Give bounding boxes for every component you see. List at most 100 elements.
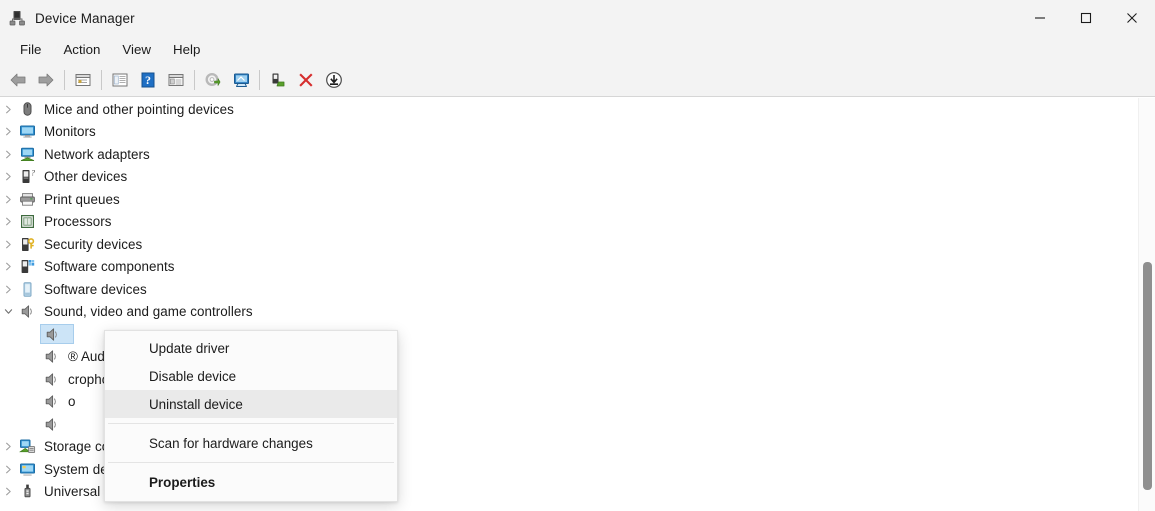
- tree-item-content[interactable]: Mice and other pointing devices: [16, 99, 238, 119]
- menu-action[interactable]: Action: [52, 39, 111, 60]
- back-icon[interactable]: [5, 67, 31, 93]
- tree-item-content[interactable]: [40, 414, 72, 434]
- tree-item-software-components[interactable]: Software components: [0, 256, 1130, 279]
- tree-item-label: o: [68, 394, 76, 410]
- toolbar-separator: [259, 69, 260, 90]
- tree-item-content[interactable]: Software devices: [16, 279, 151, 299]
- chevron-right-icon[interactable]: [0, 211, 16, 233]
- add-legacy-hardware-icon[interactable]: [321, 67, 347, 93]
- chevron-right-icon[interactable]: [0, 143, 16, 165]
- tree-item-content[interactable]: Monitors: [16, 122, 100, 142]
- chevron-placeholder: [24, 413, 40, 435]
- mouse-icon: [18, 100, 37, 119]
- tree-item-label: Monitors: [44, 124, 96, 140]
- chevron-right-icon[interactable]: [0, 188, 16, 210]
- update-driver-icon[interactable]: [200, 67, 226, 93]
- tree-item-processors[interactable]: Processors: [0, 211, 1130, 234]
- chevron-right-icon[interactable]: [0, 233, 16, 255]
- chevron-right-icon[interactable]: [0, 166, 16, 188]
- tree-item-label: Processors: [44, 214, 112, 230]
- scan-for-hardware-changes-icon[interactable]: [228, 67, 254, 93]
- chevron-right-icon[interactable]: [0, 458, 16, 480]
- title-bar: Device Manager: [0, 0, 1155, 36]
- tree-item-print-queues[interactable]: Print queues: [0, 188, 1130, 211]
- tree-item-monitors[interactable]: Monitors: [0, 121, 1130, 144]
- usb-icon: [18, 482, 37, 501]
- chevron-right-icon[interactable]: [0, 121, 16, 143]
- context-menu-separator: [108, 462, 394, 463]
- tree-item-label: Mice and other pointing devices: [44, 101, 234, 117]
- monitor-icon: [18, 122, 37, 141]
- chevron-right-icon[interactable]: [0, 436, 16, 458]
- disable-device-icon[interactable]: [265, 67, 291, 93]
- close-button[interactable]: [1109, 0, 1155, 36]
- chevron-placeholder: [24, 391, 40, 413]
- tree-item-content[interactable]: Software components: [16, 257, 178, 277]
- tree-item-label: Network adapters: [44, 146, 150, 162]
- sound-device-icon: [42, 392, 61, 411]
- toolbar-separator: [194, 69, 195, 90]
- menu-file[interactable]: File: [9, 39, 52, 60]
- properties-icon[interactable]: [107, 67, 133, 93]
- minimize-button[interactable]: [1017, 0, 1063, 36]
- menu-bar: File Action View Help: [0, 36, 1155, 63]
- show-hide-console-tree-icon[interactable]: [70, 67, 96, 93]
- context-menu-item-scan-for-hardware-changes[interactable]: Scan for hardware changes: [105, 429, 397, 457]
- view-icon[interactable]: [163, 67, 189, 93]
- menu-view[interactable]: View: [111, 39, 162, 60]
- tree-item-sound-video-and-game-controllers[interactable]: Sound, video and game controllers: [0, 301, 1130, 324]
- forward-icon[interactable]: [33, 67, 59, 93]
- software-device-icon: [18, 280, 37, 299]
- tree-item-content[interactable]: o: [40, 392, 80, 412]
- tree-item-content[interactable]: ? Other devices: [16, 167, 131, 187]
- context-menu-item-disable-device[interactable]: Disable device: [105, 362, 397, 390]
- tree-item-software-devices[interactable]: Software devices: [0, 278, 1130, 301]
- sound-device-icon: [43, 325, 62, 344]
- tree-item-label: Sound, video and game controllers: [44, 304, 253, 320]
- context-menu-item-properties[interactable]: Properties: [105, 468, 397, 496]
- tree-item-content[interactable]: Security devices: [16, 234, 146, 254]
- chevron-right-icon[interactable]: [0, 481, 16, 503]
- chevron-down-icon[interactable]: [0, 301, 16, 323]
- selected-tree-item[interactable]: [40, 324, 74, 345]
- device-context-menu[interactable]: Update driver Disable device Uninstall dev…: [104, 330, 398, 502]
- storage-controller-icon: [18, 437, 37, 456]
- chevron-placeholder: [24, 346, 40, 368]
- tree-item-label: Other devices: [44, 169, 128, 185]
- tree-item-content[interactable]: Sound, video and game controllers: [16, 302, 257, 322]
- other-device-icon: ?: [18, 167, 37, 186]
- tree-item-label: Software devices: [44, 281, 147, 297]
- tree-item-label: Software components: [44, 259, 175, 275]
- menu-help[interactable]: Help: [162, 39, 211, 60]
- printer-icon: [18, 190, 37, 209]
- tree-item-label: Print queues: [44, 191, 120, 207]
- tree-item-content[interactable]: Processors: [16, 212, 115, 232]
- network-adapter-icon: [18, 145, 37, 164]
- chevron-right-icon[interactable]: [0, 278, 16, 300]
- tree-item-other-devices[interactable]: ? Other devices: [0, 166, 1130, 189]
- sound-device-icon: [42, 370, 61, 389]
- help-icon[interactable]: ?: [135, 67, 161, 93]
- tree-item-content[interactable]: Network adapters: [16, 144, 154, 164]
- maximize-button[interactable]: [1063, 0, 1109, 36]
- toolbar-separator: [64, 69, 65, 90]
- device-manager-window: Device Manager File Action View Help ? M…: [0, 0, 1155, 511]
- window-title: Device Manager: [35, 10, 135, 26]
- tree-item-network-adapters[interactable]: Network adapters: [0, 143, 1130, 166]
- tree-item-security-devices[interactable]: Security devices: [0, 233, 1130, 256]
- chevron-placeholder: [24, 323, 40, 345]
- tree-item-mice-and-other-pointing-devices[interactable]: Mice and other pointing devices: [0, 98, 1130, 121]
- device-manager-icon: [9, 9, 27, 27]
- security-device-icon: [18, 235, 37, 254]
- vertical-scrollbar[interactable]: [1138, 98, 1155, 511]
- toolbar-separator: [101, 69, 102, 90]
- processor-icon: [18, 212, 37, 231]
- chevron-right-icon[interactable]: [0, 98, 16, 120]
- scrollbar-thumb[interactable]: [1143, 262, 1152, 490]
- context-menu-item-update-driver[interactable]: Update driver: [105, 334, 397, 362]
- uninstall-device-icon[interactable]: [293, 67, 319, 93]
- context-menu-item-uninstall-device[interactable]: Uninstall device: [105, 390, 397, 418]
- chevron-right-icon[interactable]: [0, 256, 16, 278]
- tree-item-content[interactable]: Print queues: [16, 189, 124, 209]
- window-controls: [1017, 0, 1155, 36]
